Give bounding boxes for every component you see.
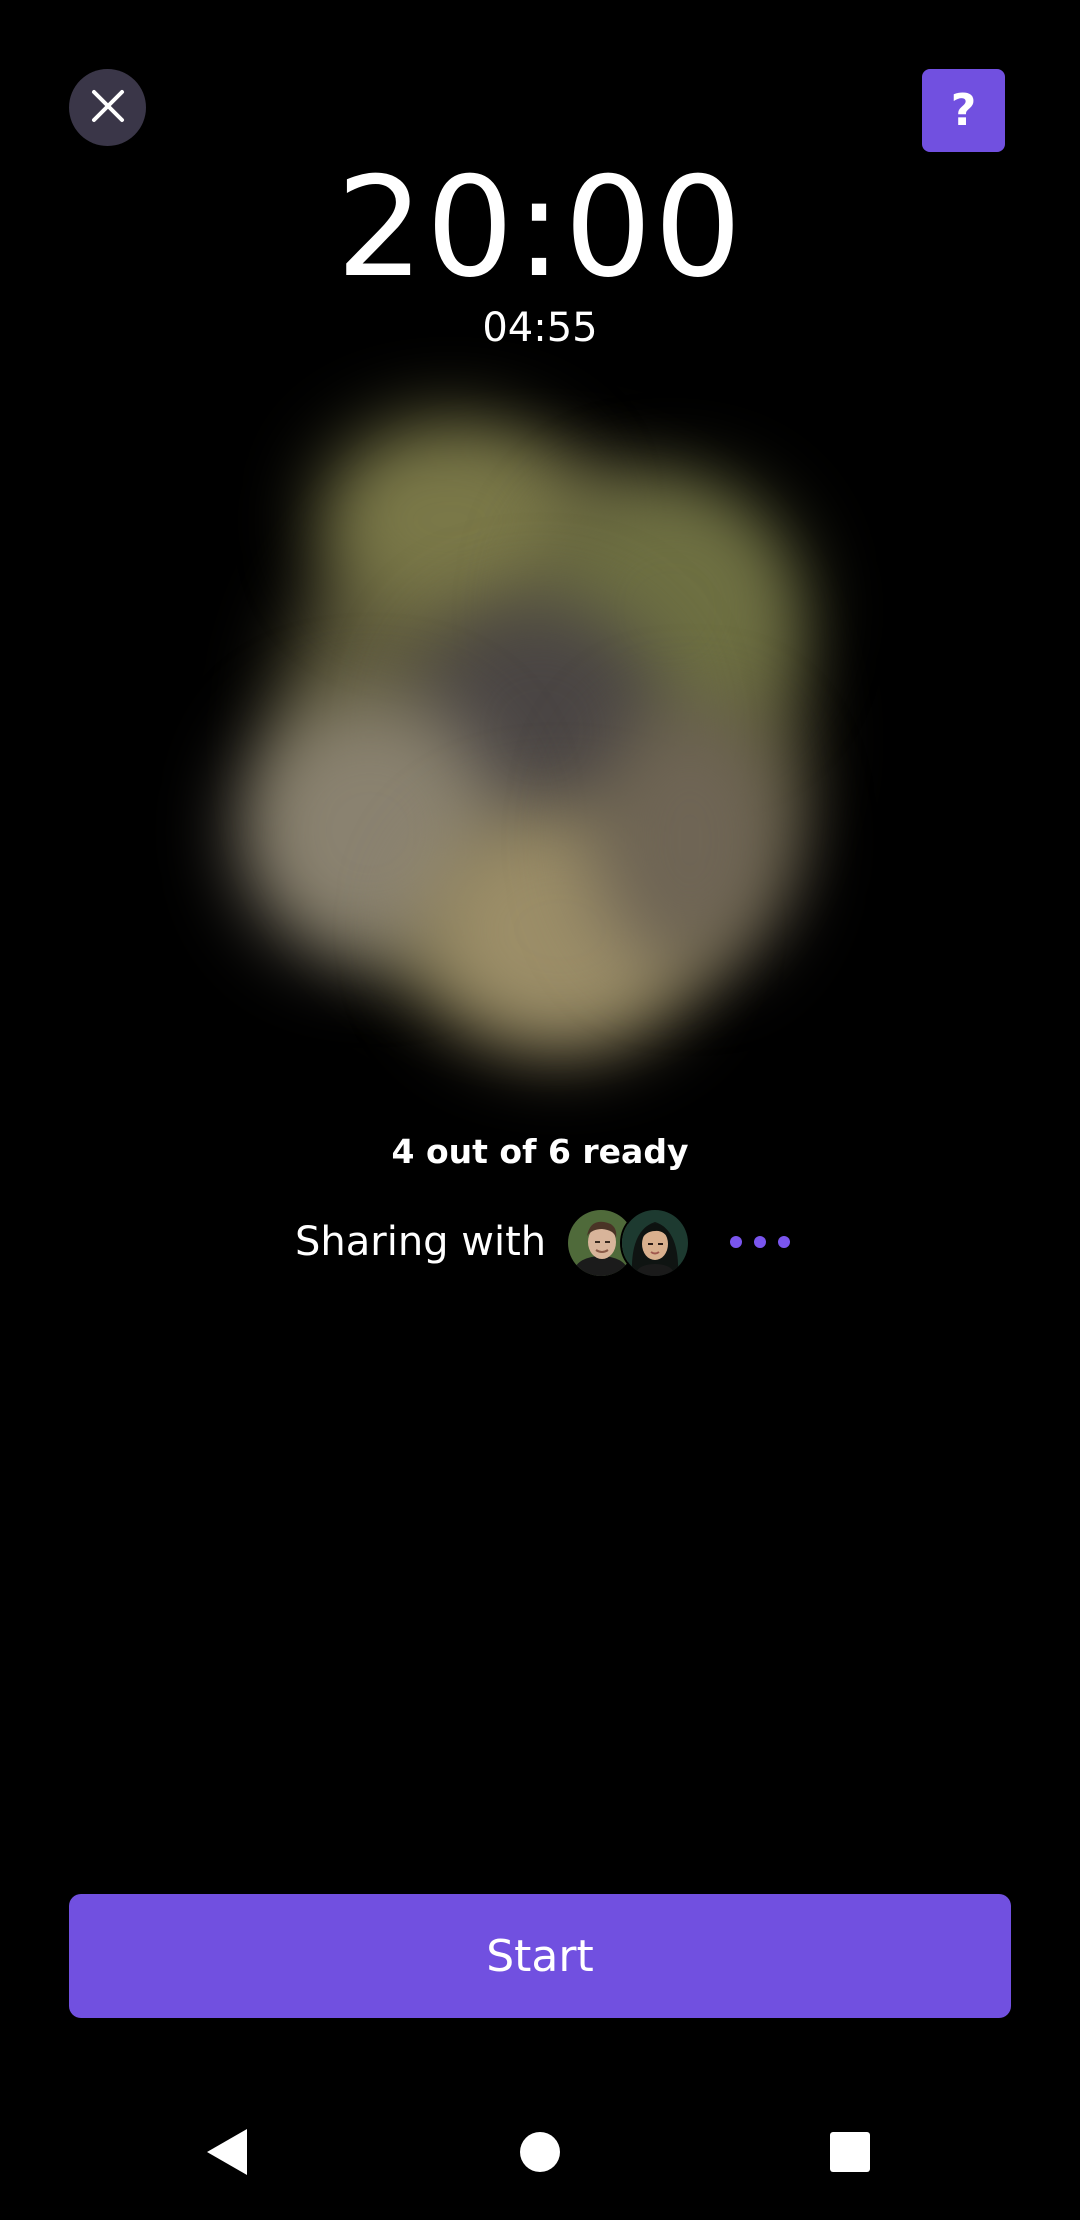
start-button[interactable]: Start [69, 1894, 1011, 2018]
close-icon [90, 88, 126, 128]
system-nav-bar [0, 2090, 1080, 2220]
help-button-label: ? [950, 85, 977, 136]
help-button[interactable]: ? [922, 69, 1005, 152]
sharing-row: Sharing with [0, 1206, 1080, 1278]
countdown-timer: 04:55 [482, 305, 598, 351]
back-triangle-icon [205, 2127, 249, 2181]
home-button[interactable] [508, 2122, 572, 2186]
blurred-photo-preview [160, 380, 920, 1120]
ready-status: 4 out of 6 ready [391, 1132, 689, 1171]
start-button-label: Start [486, 1930, 594, 1982]
close-button[interactable] [69, 69, 146, 146]
back-button[interactable] [195, 2122, 259, 2186]
main-timer: 20:00 [336, 147, 744, 308]
more-dots-icon[interactable] [730, 1222, 790, 1262]
recents-square-icon [828, 2130, 872, 2178]
recents-button[interactable] [818, 2122, 882, 2186]
home-circle-icon [518, 2130, 562, 2178]
avatar-woman[interactable] [620, 1208, 690, 1278]
sharing-label: Sharing with [295, 1219, 547, 1265]
